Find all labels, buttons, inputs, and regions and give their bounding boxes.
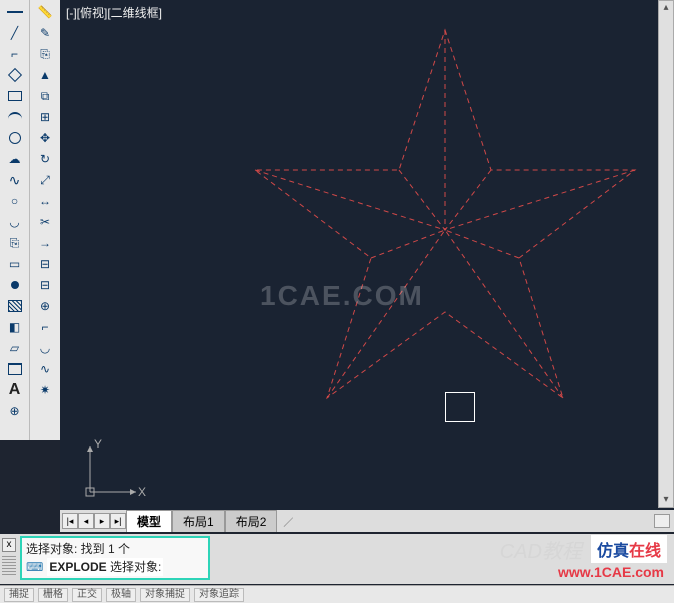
scroll-up-icon[interactable]: ▴ — [663, 1, 668, 15]
status-toggle-4[interactable]: 对象捕捉 — [140, 588, 190, 602]
command-history-line: 选择对象: 找到 1 个 — [26, 540, 204, 558]
layout-tab-2[interactable]: 布局2 — [225, 510, 278, 532]
move-tool[interactable]: ✥ — [33, 128, 57, 148]
drawing-viewport[interactable]: [-][俯视][二维线框] 1CAE.COM X Y ▴ ▾ — [60, 0, 674, 510]
hatch-tool[interactable] — [3, 296, 27, 316]
status-toggle-3[interactable]: 极轴 — [106, 588, 136, 602]
copy-tool[interactable]: ⎘ — [33, 44, 57, 64]
join-tool[interactable]: ⊕ — [33, 296, 57, 316]
tab-nav-1[interactable]: ◂ — [78, 513, 94, 529]
scroll-down-icon[interactable]: ▾ — [663, 493, 668, 507]
status-toggle-5[interactable]: 对象追踪 — [194, 588, 244, 602]
polyline-tool[interactable]: ⌐ — [3, 44, 27, 64]
revcloud-tool[interactable]: ☁ — [3, 149, 27, 169]
tab-nav-2[interactable]: ▸ — [94, 513, 110, 529]
svg-text:X: X — [138, 485, 146, 499]
star-drawing — [225, 20, 665, 420]
array-tool[interactable]: ⊞ — [33, 107, 57, 127]
ellipse-arc-tool[interactable]: ◡ — [3, 212, 27, 232]
status-bar: 捕捉栅格正交极轴对象捕捉对象追踪 — [0, 585, 674, 603]
circle-tool[interactable] — [3, 128, 27, 148]
region-tool[interactable]: ▱ — [3, 338, 27, 358]
mirror-tool[interactable]: ▲ — [33, 65, 57, 85]
watermark-area: CAD教程 仿真在线 — [500, 534, 668, 564]
point-tool[interactable] — [3, 275, 27, 295]
command-prompt-icon: ⌨ — [26, 558, 43, 576]
break-at-point-tool[interactable]: ⊟ — [33, 254, 57, 274]
draw-toolbar: ╱⌐ ☁∿○◡⎘▭ ◧▱ A⊕ — [0, 0, 30, 440]
insert-block-tool[interactable]: ⎘ — [3, 233, 27, 253]
pick-cursor — [445, 392, 475, 422]
erase-tool[interactable]: ✎ — [33, 23, 57, 43]
tab-nav-0[interactable]: |◂ — [62, 513, 78, 529]
explode-tool[interactable]: ✷ — [33, 380, 57, 400]
rotate-tool[interactable]: ↻ — [33, 149, 57, 169]
fillet-tool[interactable]: ◡ — [33, 338, 57, 358]
make-block-tool[interactable]: ▭ — [3, 254, 27, 274]
offset-tool[interactable]: ⧉ — [33, 86, 57, 106]
table-tool[interactable] — [3, 359, 27, 379]
chamfer-tool[interactable]: ⌐ — [33, 317, 57, 337]
cad-watermark: CAD教程 — [500, 535, 582, 564]
mtext-tool[interactable]: A — [3, 380, 27, 400]
blend-tool[interactable]: ∿ — [33, 359, 57, 379]
rectangle-tool[interactable] — [3, 86, 27, 106]
extend-tool[interactable]: → — [33, 233, 57, 253]
left-toolbars: ╱⌐☁∿○◡⎘▭◧▱A⊕ 📏✎⎘▲⧉⊞✥↻⤢↔✂→⊟⊟⊕⌐◡∿✷ — [0, 0, 60, 440]
trim-tool[interactable]: ✂ — [33, 212, 57, 232]
tab-nav-3[interactable]: ▸| — [110, 513, 126, 529]
url-watermark: www.1CAE.com — [558, 564, 664, 580]
construction-line-tool[interactable]: ╱ — [3, 23, 27, 43]
addselected-tool[interactable]: ⊕ — [3, 401, 27, 421]
arc-tool[interactable] — [3, 107, 27, 127]
gradient-tool[interactable]: ◧ — [3, 317, 27, 337]
center-watermark: 1CAE.COM — [260, 280, 424, 312]
scale-tool[interactable]: ⤢ — [33, 170, 57, 190]
break-tool[interactable]: ⊟ — [33, 275, 57, 295]
command-prompt-line[interactable]: ⌨ EXPLODE 选择对象: — [26, 558, 204, 576]
command-name: EXPLODE — [49, 560, 106, 574]
status-toggle-1[interactable]: 栅格 — [38, 588, 68, 602]
sim-watermark-box: 仿真在线 — [590, 534, 668, 564]
layout-tab-0[interactable]: 模型 — [126, 510, 172, 532]
ellipse-tool[interactable]: ○ — [3, 191, 27, 211]
status-toggle-2[interactable]: 正交 — [72, 588, 102, 602]
command-close-button[interactable]: x — [2, 538, 16, 552]
tab-right-nav[interactable] — [654, 514, 670, 528]
ucs-icon: X Y — [76, 436, 146, 506]
modify-toolbar: 📏✎⎘▲⧉⊞✥↻⤢↔✂→⊟⊟⊕⌐◡∿✷ — [30, 0, 60, 440]
polygon-tool[interactable] — [3, 65, 27, 85]
command-prompt-text: 选择对象: — [110, 560, 161, 574]
stretch-tool[interactable]: ↔ — [33, 191, 57, 211]
status-toggle-0[interactable]: 捕捉 — [4, 588, 34, 602]
layout-tab-1[interactable]: 布局1 — [172, 510, 225, 532]
line-tool[interactable] — [3, 2, 27, 22]
viewport-label[interactable]: [-][俯视][二维线框] — [66, 4, 162, 21]
command-panel: x 选择对象: 找到 1 个 ⌨ EXPLODE 选择对象: CAD教程 仿真在… — [0, 534, 674, 584]
command-grip-icon[interactable] — [2, 556, 16, 576]
command-highlight-box: 选择对象: 找到 1 个 ⌨ EXPLODE 选择对象: — [20, 536, 210, 580]
tab-trailing: ／ — [277, 514, 299, 529]
vertical-scrollbar[interactable]: ▴ ▾ — [658, 0, 674, 508]
svg-text:Y: Y — [94, 437, 102, 451]
layout-tab-strip: |◂◂▸▸| 模型布局1布局2 ／ — [60, 510, 674, 532]
spline-tool[interactable]: ∿ — [3, 170, 27, 190]
measure-tool[interactable]: 📏 — [33, 2, 57, 22]
